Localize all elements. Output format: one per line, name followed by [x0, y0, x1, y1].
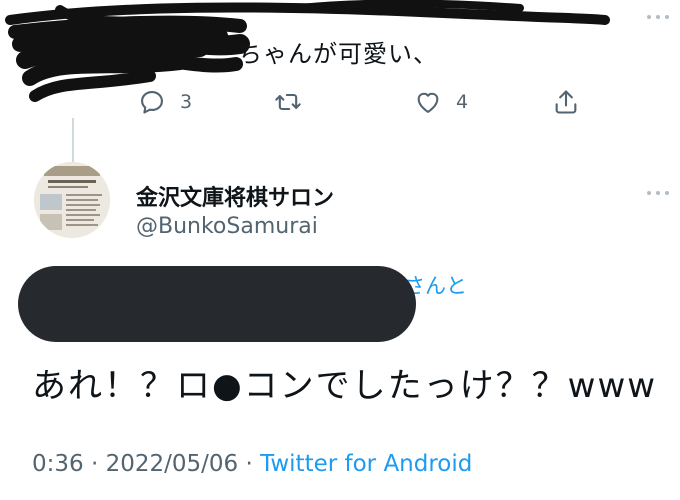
user-handle[interactable]: @BunkoSamurai — [136, 214, 318, 239]
reply-count: 3 — [180, 91, 193, 113]
avatar-image — [34, 162, 110, 238]
share-icon — [555, 90, 577, 114]
redaction-block — [18, 266, 416, 342]
thread-connector — [72, 118, 74, 164]
tweet-text: あれ！？ロ●コンでしたっけ？？www — [32, 366, 658, 406]
reply-icon — [141, 91, 163, 114]
tweet-time[interactable]: 0:36 — [32, 451, 84, 477]
meta-separator: · — [245, 451, 253, 477]
avatar[interactable] — [34, 162, 110, 238]
like-button[interactable]: 4 — [414, 88, 468, 116]
reply-button[interactable]: 3 — [138, 88, 192, 116]
meta-separator: · — [90, 451, 99, 477]
like-count: 4 — [456, 91, 469, 113]
tweet-source[interactable]: Twitter for Android — [260, 451, 472, 477]
top-tweet-text: ちゃんが可愛い、 — [238, 40, 438, 68]
more-options-icon[interactable] — [645, 12, 671, 22]
display-name[interactable]: 金沢文庫将棋サロン — [136, 180, 334, 212]
retweet-button[interactable] — [274, 88, 316, 116]
retweet-icon — [275, 93, 301, 111]
tweet-meta: 0:36 · 2022/05/06 · Twitter for Android — [32, 451, 472, 477]
share-button[interactable] — [552, 88, 580, 116]
tweet-date[interactable]: 2022/05/06 — [106, 451, 239, 477]
more-options-icon[interactable] — [645, 188, 671, 198]
heart-icon — [417, 92, 439, 113]
